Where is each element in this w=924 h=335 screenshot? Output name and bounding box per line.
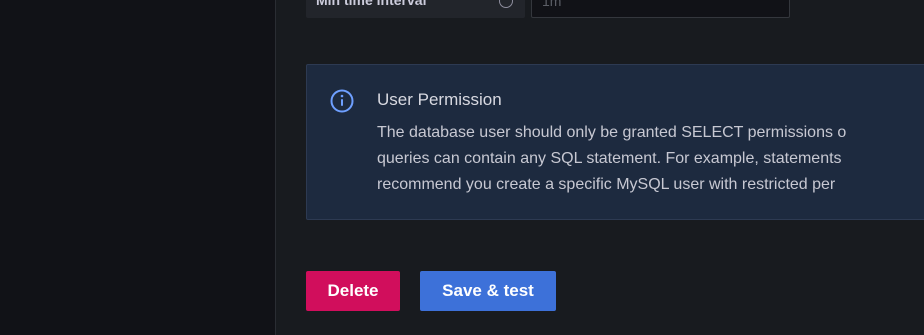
min-time-interval-label-text: Min time interval xyxy=(316,0,427,8)
info-icon[interactable] xyxy=(499,0,513,8)
sidebar xyxy=(0,0,276,335)
info-circle-icon xyxy=(330,89,354,118)
settings-panel: Min time interval User Permission The da… xyxy=(276,0,924,335)
delete-button[interactable]: Delete xyxy=(306,271,400,311)
alert-body-line: The database user should only be granted… xyxy=(377,124,847,141)
alert-body-line: recommend you create a specific MySQL us… xyxy=(377,176,836,193)
alert-body-line: queries can contain any SQL statement. F… xyxy=(377,150,842,167)
user-permission-alert: User Permission The database user should… xyxy=(306,64,924,220)
min-time-interval-input[interactable] xyxy=(531,0,790,18)
save-and-test-button[interactable]: Save & test xyxy=(420,271,556,311)
min-time-interval-label: Min time interval xyxy=(306,0,525,18)
alert-title: User Permission xyxy=(377,90,502,109)
alert-body: The database user should only be granted… xyxy=(377,120,924,198)
